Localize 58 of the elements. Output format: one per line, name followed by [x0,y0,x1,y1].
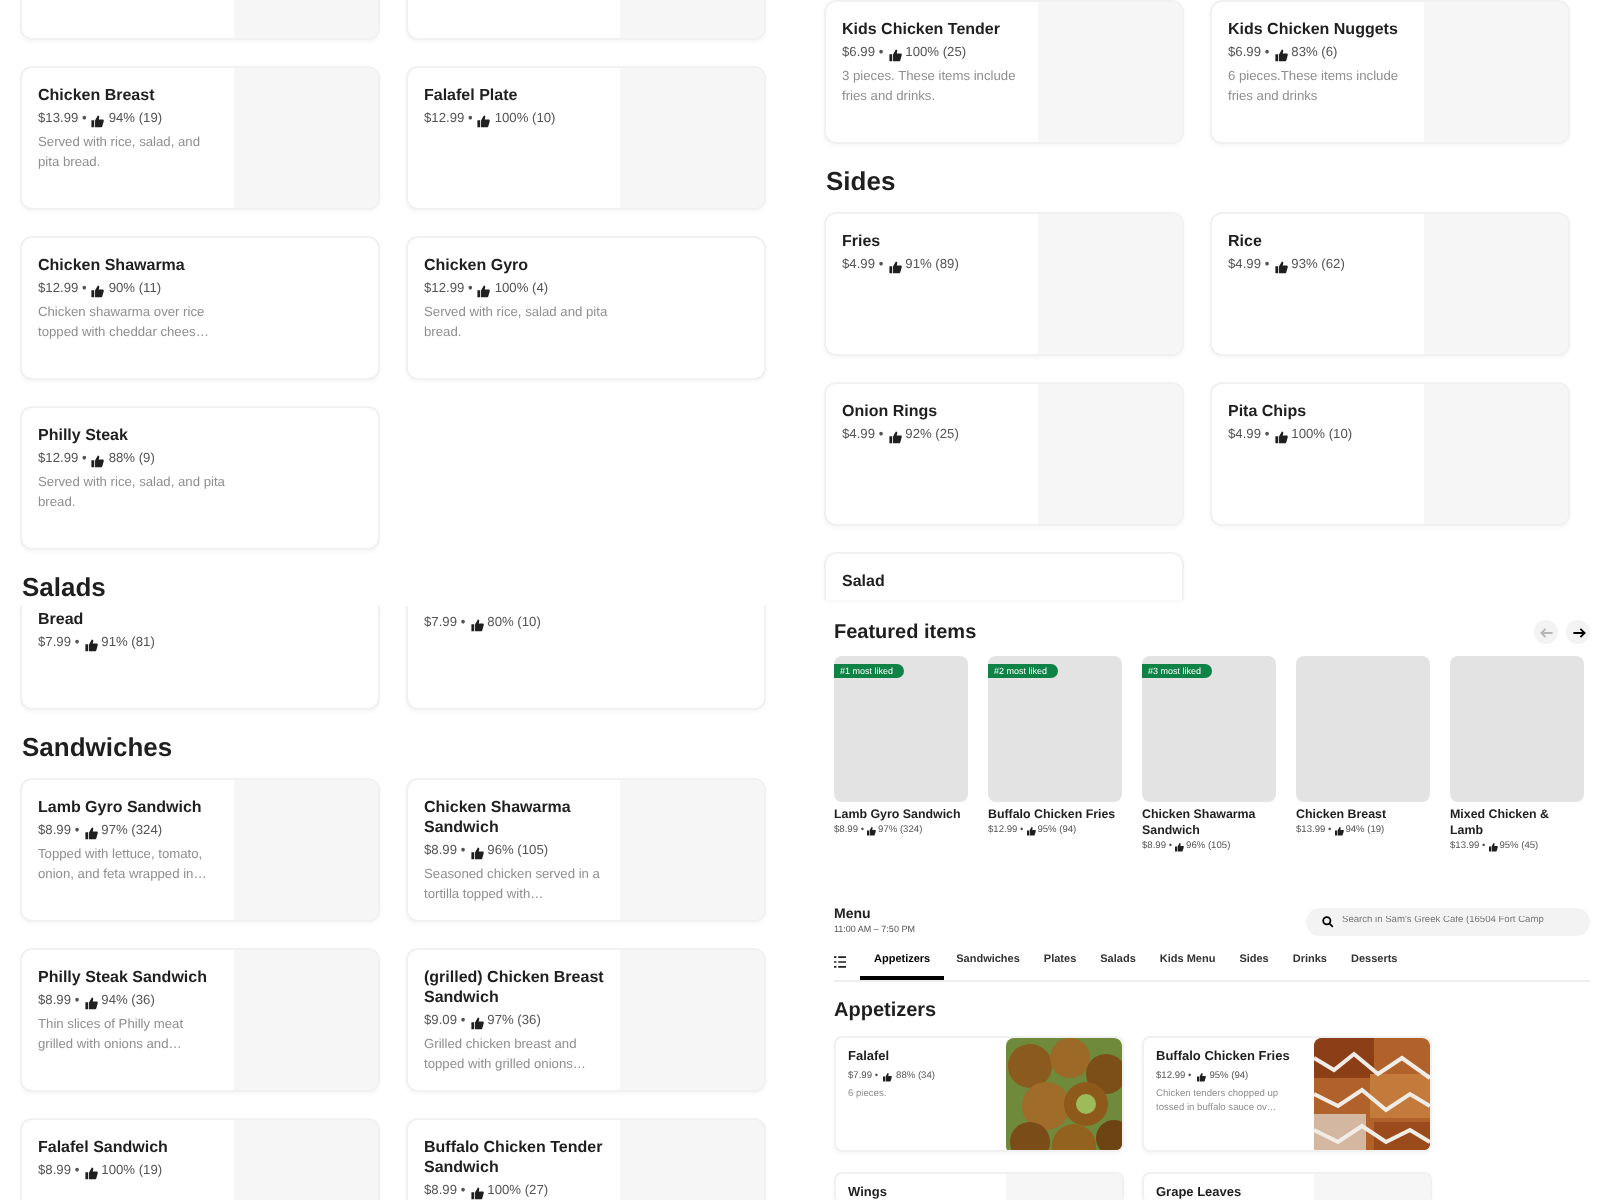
thumbs-up-icon [1273,429,1288,443]
thumbs-up-icon [1487,842,1498,852]
item-name: Philly Steak [38,426,130,446]
image-placeholder[interactable] [1296,656,1430,802]
item-name: Philly Steak Sandwich [38,968,209,988]
thumbs-up-icon [1025,826,1036,836]
thumbs-up-icon [1174,842,1185,852]
thumbs-up-icon [90,113,105,127]
item-name: Fries [842,232,883,252]
thumbs-up-icon [1195,1072,1206,1082]
item-name: Kids Chicken Tender [842,20,1002,40]
search-icon [1322,915,1334,927]
menu-item-card[interactable]: Salad [824,552,1184,600]
thumbs-up-icon [887,429,902,443]
section-heading: Salads [22,572,108,602]
section-heading: Sandwiches [22,732,175,762]
thumbs-up-icon [90,283,105,297]
thumbs-up-icon [83,995,98,1009]
thumbs-up-icon [1333,826,1344,836]
thumbs-up-icon [887,47,902,61]
thumbs-up-icon [887,259,902,273]
thumbs-up-icon [83,637,98,651]
thumbs-up-icon [90,453,105,467]
thumbs-up-icon [83,825,98,839]
item-name: Chicken Shawarma Sandwich [424,798,573,838]
item-name: Pita Chips [1228,402,1309,422]
arrow-right-icon [1571,625,1585,639]
thumbs-up-icon [1273,259,1288,273]
list-icon[interactable] [834,956,846,968]
image-placeholder[interactable] [1450,656,1584,802]
thumbs-up-icon [469,1185,484,1199]
thumbs-up-icon [469,617,484,631]
thumbs-up-icon [469,845,484,859]
item-name: Buffalo Chicken Tender Sandwich [424,1138,604,1178]
next-button[interactable] [1566,620,1590,644]
thumbs-up-icon [469,1015,484,1029]
item-name: Salad [842,572,887,592]
section-heading: Featured items [834,621,977,643]
item-name: Chicken Gyro [424,256,531,276]
thumbs-up-icon [83,1165,98,1179]
item-name: Falafel Sandwich [38,1138,170,1158]
arrow-left-icon [1539,625,1553,639]
item-name: Kids Chicken Nuggets [1228,20,1400,40]
item-name: Lamb Gyro Sandwich [38,798,204,818]
section-heading: Appetizers [834,1000,939,1024]
thumbs-up-icon [476,113,491,127]
item-name: Chicken Shawarma [38,256,187,276]
item-name: Bread [38,610,86,630]
thumbs-up-icon [476,283,491,297]
item-name: Falafel Plate [424,86,520,106]
thumbs-up-icon [1273,47,1288,61]
item-name: Chicken Breast [38,86,157,106]
item-name: Rice [1228,232,1264,252]
thumbs-up-icon [882,1072,893,1082]
item-name: (grilled) Chicken Breast Sandwich [424,968,604,1008]
section-heading: Sides [826,166,898,196]
thumbs-up-icon [866,826,877,836]
item-name: Onion Rings [842,402,940,422]
